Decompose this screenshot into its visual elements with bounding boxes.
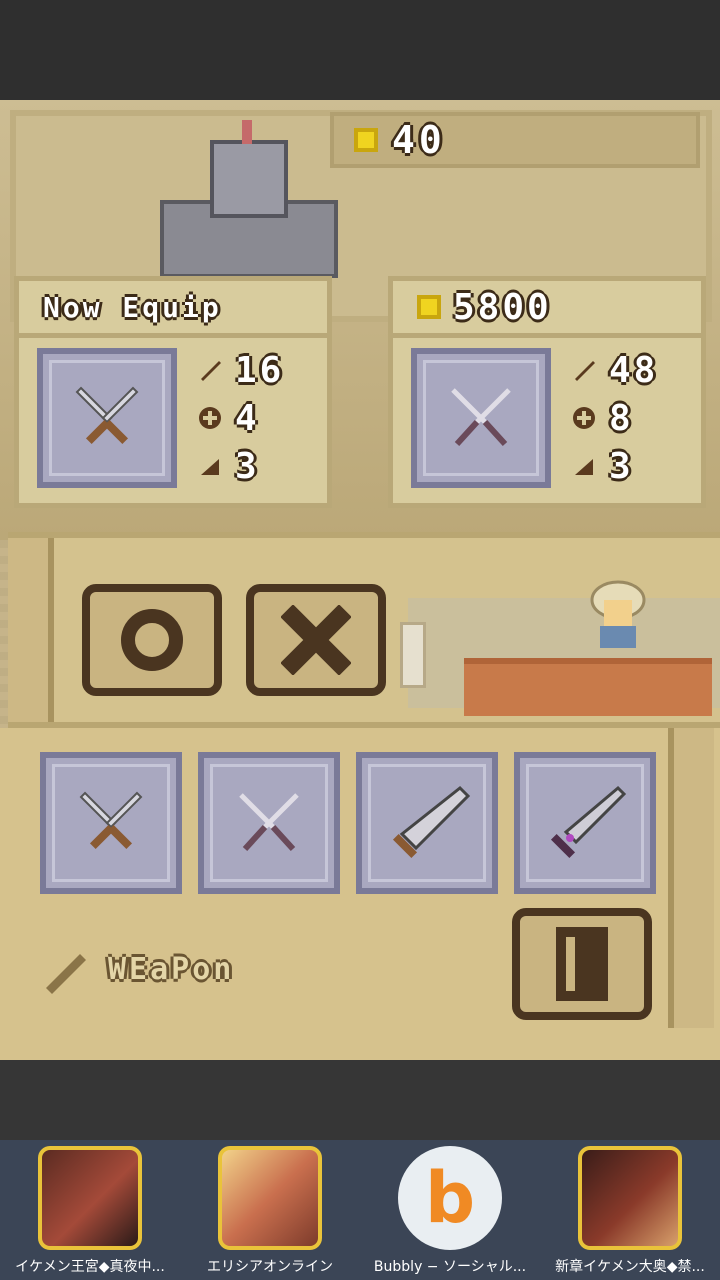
- bubbly-icon: b: [398, 1146, 502, 1250]
- defense-stat: 4: [197, 396, 295, 440]
- ad-bar: イケメン王宮◆真夜中... エリシアオンライン b Bubbly − ソーシャル…: [0, 1140, 720, 1280]
- crossed-swords-dark-icon: [451, 388, 511, 447]
- shop-counter: [464, 658, 712, 716]
- level-stat-icon: [571, 453, 597, 479]
- item-price: 5800: [453, 286, 552, 328]
- weapon-tab[interactable]: WEaPon: [40, 944, 234, 994]
- ad-item-1[interactable]: イケメン王宮◆真夜中...: [0, 1140, 180, 1280]
- inventory-slots: [40, 752, 656, 894]
- king-sprite: [210, 140, 288, 218]
- now-equip-slot[interactable]: [37, 348, 177, 488]
- level-stat: 3: [197, 444, 295, 488]
- level-value: 3: [609, 445, 634, 487]
- app-icon: [218, 1146, 322, 1250]
- attack-stat: 16: [197, 348, 295, 392]
- exit-button[interactable]: [512, 908, 652, 1020]
- shop-item-header: 5800: [393, 281, 701, 338]
- shopkeeper-sprite: [588, 578, 648, 648]
- attack-value: 16: [235, 349, 285, 391]
- shop-item-panel: 5800 48 8 3: [388, 276, 706, 508]
- defense-value: 4: [235, 397, 260, 439]
- app-icon: [38, 1146, 142, 1250]
- ad-item-4[interactable]: 新章イケメン大奥◆禁...: [540, 1140, 720, 1280]
- door-icon: [556, 927, 608, 1001]
- ad-item-2[interactable]: エリシアオンライン: [180, 1140, 360, 1280]
- inventory-slot-4[interactable]: [514, 752, 656, 894]
- gold-coin-icon: [354, 128, 378, 152]
- shop-item-stats: 48 8 3: [571, 348, 669, 488]
- ad-item-3[interactable]: b Bubbly − ソーシャル...: [360, 1140, 540, 1280]
- inventory-slot-1[interactable]: [40, 752, 182, 894]
- gold-counter: 40: [330, 112, 700, 168]
- crossed-swords-dark-icon: [239, 793, 299, 852]
- dark-sword-icon: [550, 785, 627, 859]
- gold-amount: 40: [392, 118, 446, 162]
- status-bar: [0, 0, 720, 100]
- king-plume: [242, 120, 252, 144]
- level-stat-icon: [197, 453, 223, 479]
- plus-stat-icon: [197, 405, 223, 431]
- sword-stat-icon: [571, 357, 597, 383]
- broad-sword-icon: [392, 785, 471, 859]
- cancel-button[interactable]: X: [246, 584, 386, 696]
- now-equip-title: Now Equip: [43, 290, 222, 324]
- inventory-slot-2[interactable]: [198, 752, 340, 894]
- sword-stat-icon: [197, 357, 223, 383]
- now-equip-stats: 16 4 3: [197, 348, 295, 488]
- confirm-button[interactable]: O: [82, 584, 222, 696]
- now-equip-header: Now Equip: [19, 281, 327, 338]
- circle-icon: [121, 609, 183, 671]
- defense-stat: 8: [571, 396, 669, 440]
- app-icon: [578, 1146, 682, 1250]
- weapon-tab-label: WEaPon: [108, 951, 235, 987]
- inventory-slot-3[interactable]: [356, 752, 498, 894]
- ad-label: エリシアオンライン: [207, 1259, 333, 1275]
- game-screen: 40 Now Equip 16 4 3 5800 48 8 3 WEaPon: [0, 100, 720, 1060]
- sword-tab-icon: [46, 954, 86, 994]
- purchase-confirm-bar: O X: [8, 532, 720, 728]
- ad-label: イケメン王宮◆真夜中...: [15, 1259, 165, 1275]
- plus-stat-icon: [571, 405, 597, 431]
- cross-icon: [281, 605, 351, 675]
- level-stat: 3: [571, 444, 669, 488]
- attack-stat: 48: [571, 348, 669, 392]
- defense-value: 8: [609, 397, 634, 439]
- scroll-end: [668, 728, 714, 1028]
- king-on-throne: [160, 120, 338, 278]
- inventory-area: WEaPon: [0, 728, 720, 1060]
- candle: [400, 622, 426, 688]
- scroll-end: [8, 538, 54, 722]
- ad-label: Bubbly − ソーシャル...: [373, 1259, 527, 1275]
- now-equip-panel: Now Equip 16 4 3: [14, 276, 332, 508]
- shop-item-slot[interactable]: [411, 348, 551, 488]
- gold-coin-icon: [417, 295, 441, 319]
- attack-value: 48: [609, 349, 659, 391]
- spacer: [0, 1060, 720, 1140]
- crossed-swords-icon: [75, 386, 139, 445]
- level-value: 3: [235, 445, 260, 487]
- crossed-swords-icon: [79, 791, 143, 850]
- ad-label: 新章イケメン大奥◆禁...: [555, 1259, 705, 1275]
